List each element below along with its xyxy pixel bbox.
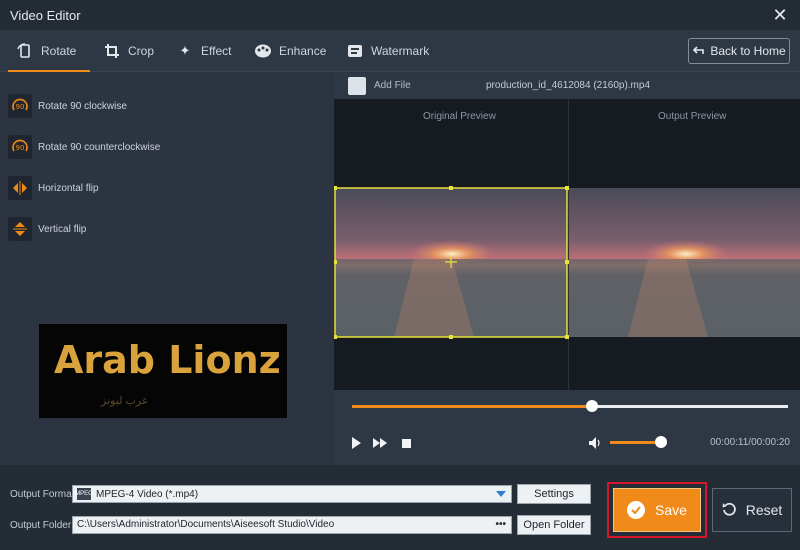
vertical-flip-icon [8,217,32,241]
settings-button[interactable]: Settings [517,484,591,504]
enhance-icon [254,42,272,60]
fast-forward-button[interactable] [372,435,388,451]
tab-label: Effect [201,44,232,58]
watermark-icon [346,42,364,60]
rotate-counterclockwise-option[interactable]: 90 Rotate 90 counterclockwise [8,133,160,161]
back-to-home-button[interactable]: Back to Home [688,38,790,64]
mpeg-format-icon: MPEG [75,488,93,500]
logo-text: Arab Lionz [54,338,281,382]
seek-handle[interactable] [585,400,598,412]
output-format-label: Output Format: [10,489,78,500]
title-bar: Video Editor ✕ [0,0,800,30]
reset-button[interactable]: Reset [712,488,792,532]
rotate-option-label: Horizontal flip [38,182,99,194]
tab-effect[interactable]: ✦ Effect [176,30,232,72]
volume-slider[interactable] [610,436,668,448]
time-display: 00:00:11/00:00:20 [710,437,790,448]
fast-forward-icon [373,438,387,448]
add-file-icon[interactable] [348,77,366,95]
tab-watermark[interactable]: Watermark [346,30,429,72]
watermark-logo: Arab Lionz عرب ليونز [39,324,287,418]
svg-text:90: 90 [16,103,25,111]
play-icon [352,437,361,449]
rotate-option-label: Rotate 90 counterclockwise [38,141,161,153]
horizontal-flip-option[interactable]: Horizontal flip [8,174,99,202]
rotate-option-label: Vertical flip [38,223,87,235]
checkmark-icon [627,501,646,519]
output-folder-path: C:\Users\Administrator\Documents\Aiseeso… [77,519,335,530]
horizontal-flip-icon [8,176,32,200]
output-folder-label: Output Folder: [10,520,74,531]
tab-rotate[interactable]: Rotate [7,30,91,72]
save-button[interactable]: Save [613,488,701,532]
tab-bar: Rotate Crop ✦ Effect Enhance Watermark B… [0,30,800,72]
logo-subtext: عرب ليونز [101,395,149,407]
add-file-button[interactable]: Add File [374,80,411,91]
output-folder-input[interactable]: C:\Users\Administrator\Documents\Aiseeso… [72,516,512,534]
rotate-cw-icon: 90 [8,94,32,118]
volume-handle[interactable] [655,436,668,448]
open-folder-button[interactable]: Open Folder [517,515,591,535]
tab-crop[interactable]: Crop [103,30,154,72]
file-bar: Add File production_id_4612084 (2160p).m… [334,73,800,99]
crop-icon [103,42,121,60]
preview-frames [334,186,800,339]
playback-controls: 00:00:11/00:00:20 [334,390,800,465]
play-button[interactable] [348,435,364,451]
close-icon[interactable]: ✕ [770,5,790,25]
effect-icon: ✦ [179,43,191,58]
output-format-select[interactable]: MPEG MPEG-4 Video (*.mp4) [72,485,512,503]
vertical-flip-option[interactable]: Vertical flip [8,215,86,243]
preview-area: Original Preview Output Preview [334,99,800,390]
tab-label: Watermark [371,44,430,58]
rotate-clockwise-option[interactable]: 90 Rotate 90 clockwise [8,92,127,120]
window-title: Video Editor [10,7,81,23]
rotate-options-panel: 90 Rotate 90 clockwise 90 Rotate 90 coun… [0,73,334,465]
tab-label: Rotate [41,44,77,58]
rotate-ccw-icon: 90 [8,135,32,159]
browse-folder-icon[interactable]: ••• [495,517,506,533]
rotate-icon [16,42,34,60]
volume-icon[interactable] [588,435,604,451]
file-name: production_id_4612084 (2160p).mp4 [486,80,651,91]
seek-bar[interactable] [352,400,788,412]
output-format-value: MPEG-4 Video (*.mp4) [96,488,199,500]
tab-enhance[interactable]: Enhance [254,30,326,72]
stop-button[interactable] [398,435,414,451]
back-to-home-label: Back to Home [710,44,786,58]
output-video-frame [569,188,800,337]
save-label: Save [655,502,687,518]
reset-icon [722,502,736,519]
tab-label: Crop [128,44,155,58]
tab-label: Enhance [279,44,327,58]
stop-icon [401,438,411,448]
svg-text:90: 90 [16,144,25,152]
back-arrow-icon [692,44,705,59]
rotate-option-label: Rotate 90 clockwise [38,100,127,112]
seek-progress [352,405,592,408]
reset-label: Reset [745,502,783,518]
dropdown-arrow-icon[interactable] [496,491,506,497]
